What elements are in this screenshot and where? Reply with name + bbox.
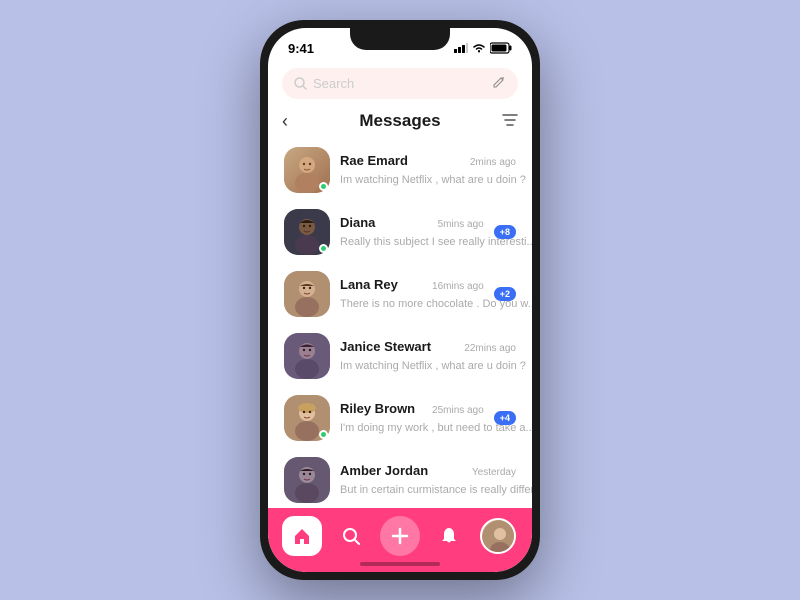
phone-frame: 9:41 [260, 20, 540, 580]
filter-button[interactable] [502, 113, 518, 130]
status-icons [454, 42, 512, 54]
online-indicator [319, 182, 328, 191]
online-indicator [319, 430, 328, 439]
message-content: Janice Stewart 22mins ago Im watching Ne… [340, 339, 516, 374]
message-item[interactable]: Rae Emard 2mins ago Im watching Netflix … [278, 139, 522, 201]
sender-name: Diana [340, 215, 375, 230]
sender-name: Lana Rey [340, 277, 398, 292]
online-indicator [319, 244, 328, 253]
avatar-wrap [284, 271, 330, 317]
home-icon [293, 527, 311, 545]
message-preview: Im watching Netflix , what are u doin ? [340, 174, 526, 186]
message-time: 2mins ago [470, 157, 516, 168]
bell-icon [440, 527, 458, 545]
message-time: Yesterday [472, 467, 516, 478]
phone-screen: 9:41 [268, 28, 532, 572]
header-title: Messages [359, 111, 440, 131]
message-item[interactable]: Riley Brown 25mins ago I'm doing my work… [278, 387, 522, 449]
message-top: Diana 5mins ago [340, 215, 484, 230]
message-top: Riley Brown 25mins ago [340, 401, 484, 416]
message-item[interactable]: Amber Jordan Yesterday But in certain cu… [278, 449, 522, 508]
avatar-wrap [284, 209, 330, 255]
message-time: 22mins ago [464, 343, 516, 354]
message-time: 5mins ago [438, 219, 484, 230]
message-content: Riley Brown 25mins ago I'm doing my work… [340, 401, 484, 436]
nav-add-button[interactable] [380, 516, 420, 556]
wifi-icon [472, 43, 486, 53]
back-button[interactable]: ‹ [282, 111, 288, 132]
add-icon [391, 527, 409, 545]
unread-badge: +8 [494, 225, 516, 239]
compose-icon[interactable] [492, 75, 506, 92]
message-top: Amber Jordan Yesterday [340, 463, 516, 478]
compose-svg [492, 75, 506, 89]
sender-name: Rae Emard [340, 153, 408, 168]
search-bar[interactable]: Search [282, 68, 518, 99]
message-content: Amber Jordan Yesterday But in certain cu… [340, 463, 516, 498]
notch [350, 28, 450, 50]
messages-header: ‹ Messages [268, 107, 532, 139]
avatar-wrap [284, 457, 330, 503]
sender-name: Janice Stewart [340, 339, 431, 354]
message-item[interactable]: Diana 5mins ago Really this subject I se… [278, 201, 522, 263]
nav-profile-button[interactable] [478, 516, 518, 556]
message-top: Lana Rey 16mins ago [340, 277, 484, 292]
battery-icon [490, 42, 512, 54]
message-item[interactable]: Janice Stewart 22mins ago Im watching Ne… [278, 325, 522, 387]
nav-avatar [480, 518, 516, 554]
avatar-wrap [284, 147, 330, 193]
sender-name: Amber Jordan [340, 463, 428, 478]
nav-avatar-img [482, 520, 516, 554]
avatar [284, 333, 330, 379]
search-icon [294, 77, 307, 90]
message-content: Rae Emard 2mins ago Im watching Netflix … [340, 153, 516, 188]
message-top: Rae Emard 2mins ago [340, 153, 516, 168]
messages-list: Rae Emard 2mins ago Im watching Netflix … [268, 139, 532, 508]
search-placeholder: Search [313, 76, 486, 91]
avatar-wrap [284, 395, 330, 441]
message-time: 25mins ago [432, 405, 484, 416]
sender-name: Riley Brown [340, 401, 415, 416]
message-content: Lana Rey 16mins ago There is no more cho… [340, 277, 484, 312]
search-nav-icon [342, 527, 360, 545]
home-indicator [360, 562, 440, 566]
avatar-wrap [284, 333, 330, 379]
unread-badge: +4 [494, 411, 516, 425]
signal-icon [454, 43, 468, 53]
filter-icon [502, 113, 518, 127]
message-top: Janice Stewart 22mins ago [340, 339, 516, 354]
nav-home-button[interactable] [282, 516, 322, 556]
message-item[interactable]: Lana Rey 16mins ago There is no more cho… [278, 263, 522, 325]
nav-search-button[interactable] [331, 516, 371, 556]
unread-badge: +2 [494, 287, 516, 301]
status-time: 9:41 [288, 41, 314, 56]
message-preview: Im watching Netflix , what are u doin ? [340, 360, 526, 372]
message-time: 16mins ago [432, 281, 484, 292]
avatar [284, 271, 330, 317]
message-preview: But in certain curmistance is really dif… [340, 484, 532, 496]
nav-bell-button[interactable] [429, 516, 469, 556]
message-content: Diana 5mins ago Really this subject I se… [340, 215, 484, 250]
avatar [284, 457, 330, 503]
